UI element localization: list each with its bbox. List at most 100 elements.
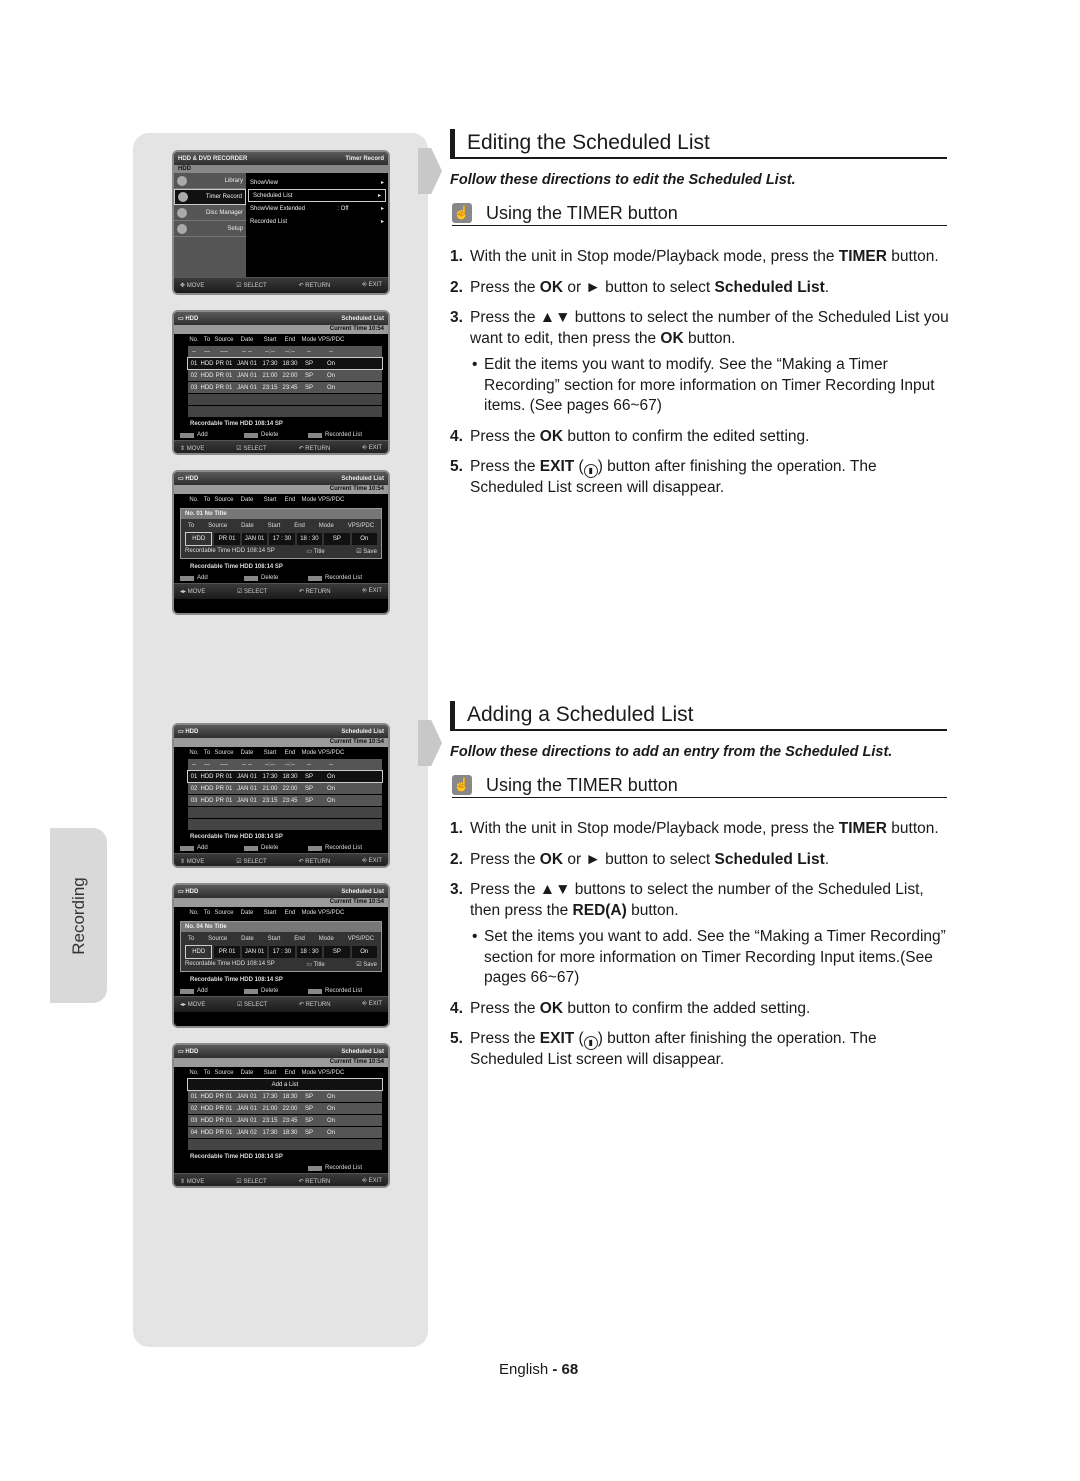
placeholder-row[interactable]: -- --- ---- -- -- --:-- --:-- -- -- xyxy=(188,346,382,357)
empty-row[interactable] xyxy=(188,819,382,830)
cell: 17:30 xyxy=(262,1093,278,1100)
popup-field[interactable]: JAN 01 xyxy=(241,946,268,958)
column-header: Date xyxy=(240,910,254,916)
step-note: • Set the items you want to add. See the … xyxy=(450,927,950,989)
recorded-list-button[interactable]: Recorded List xyxy=(308,845,368,851)
table-row[interactable]: 02 HDD PR 01 JAN 01 21:00 22:00 SP On xyxy=(188,1103,382,1114)
save-button[interactable]: ☑ Save xyxy=(356,548,377,555)
cell: 23:15 xyxy=(262,384,278,391)
table-row[interactable]: 03 HDD PR 01 JAN 01 23:15 23:45 SP On xyxy=(188,382,382,393)
footer-move: ✥ MOVE xyxy=(180,283,205,289)
delete-button[interactable]: Delete xyxy=(244,988,304,994)
recorded-list-button[interactable]: Recorded List xyxy=(308,1165,368,1171)
column-header: Start xyxy=(263,497,277,503)
popup-field[interactable]: On xyxy=(351,533,377,545)
osd-hdd-label: ▭ HDD xyxy=(178,316,199,322)
popup-field[interactable]: On xyxy=(351,946,377,958)
popup-field[interactable]: PR 01 xyxy=(214,533,240,545)
key-c-icon xyxy=(308,432,322,438)
add-a-list-row[interactable]: Add a List xyxy=(187,1078,383,1091)
save-button[interactable]: ☑ Save xyxy=(356,961,377,968)
footer-exit: ⎆ EXIT xyxy=(362,858,382,864)
popup-field[interactable]: 17 : 30 xyxy=(269,946,295,958)
delete-button[interactable]: Delete xyxy=(244,432,304,438)
menu-item-library[interactable]: Library xyxy=(174,173,246,189)
key-a-icon xyxy=(180,988,194,994)
delete-button[interactable]: Delete xyxy=(244,845,304,851)
submenu-showview-extended[interactable]: ShowView Extended: Off ▸ xyxy=(246,202,388,215)
popup-field[interactable]: 17 : 30 xyxy=(269,533,295,545)
cell: HDD xyxy=(200,372,214,379)
popup-field[interactable]: SP xyxy=(324,946,350,958)
table-row[interactable]: 01 HDD PR 01 JAN 01 17:30 18:30 SP On xyxy=(188,1091,382,1102)
step-text: With the unit in Stop mode/Playback mode… xyxy=(470,820,939,837)
table-row[interactable]: 01 HDD PR 01 JAN 01 17:30 18:30 SP On xyxy=(187,770,383,783)
cell: JAN 01 xyxy=(237,1093,257,1100)
cell: HDD xyxy=(200,384,214,391)
table-row[interactable]: 02 HDD PR 01 JAN 01 21:00 22:00 SP On xyxy=(188,370,382,381)
footer-separator: - xyxy=(548,1361,562,1378)
column-header: VPS/PDC xyxy=(318,497,345,503)
add-button[interactable]: Add xyxy=(180,432,240,438)
table-row[interactable]: 04 HDD PR 01 JAN 02 17:30 18:30 SP On xyxy=(188,1127,382,1138)
popup-recordable: Recordable Time HDD 108:14 SP ▭ Title ☑ Sa… xyxy=(185,548,377,555)
key-a-icon xyxy=(180,432,194,438)
osd-scheduled-list-added: ▭ HDD Scheduled List Current Time 10:54 No.… xyxy=(172,1043,390,1188)
footer-return: ↶ RETURN xyxy=(298,1179,331,1185)
popup-field[interactable]: JAN 01 xyxy=(241,533,268,545)
popup-field[interactable]: PR 01 xyxy=(214,946,240,958)
color-buttons: Add Delete Recorded List xyxy=(174,573,388,583)
menu-item-timer-record[interactable]: Timer Record xyxy=(174,189,246,205)
step-item: 5. Press the EXIT (▮) button after finish… xyxy=(450,457,950,499)
section-tab-recording[interactable]: Recording xyxy=(50,828,107,1003)
table-row[interactable]: 03 HDD PR 01 JAN 01 23:15 23:45 SP On xyxy=(188,795,382,806)
cell: 21:00 xyxy=(262,1105,278,1112)
footer-move-label: MOVE xyxy=(186,283,205,289)
note-text: Edit the items you want to modify. See t… xyxy=(484,356,935,414)
menu-item-disc-manager[interactable]: Disc Manager xyxy=(174,205,246,221)
cell: On xyxy=(326,1129,335,1136)
edit-popup: No. 01 No Title To Source Date Start End Mode… xyxy=(180,508,382,559)
cell: 03 xyxy=(190,384,198,391)
popup-field[interactable]: SP xyxy=(324,533,350,545)
submenu-scheduled-list[interactable]: Scheduled List ▸ xyxy=(248,189,386,202)
recorded-list-button[interactable]: Recorded List xyxy=(308,988,368,994)
footer-return: ↶ RETURN xyxy=(298,1002,331,1008)
popup-field[interactable]: 18 : 30 xyxy=(296,533,323,545)
recorded-list-button[interactable]: Recorded List xyxy=(308,575,368,581)
menu-item-setup[interactable]: Setup xyxy=(174,221,246,237)
title-button[interactable]: ▭ Title xyxy=(306,548,324,555)
footer-select: ☑ SELECT xyxy=(236,283,267,289)
column-header: No. xyxy=(189,337,199,343)
popup-values: HDD PR 01 JAN 01 17 : 30 18 : 30 SP On xyxy=(185,945,377,959)
table-row[interactable]: 01 HDD PR 01 JAN 01 17:30 18:30 SP On xyxy=(187,357,383,370)
osd-title-right: Scheduled List xyxy=(341,728,384,735)
empty-row[interactable] xyxy=(188,406,382,417)
placeholder-row[interactable]: -- --- ---- -- -- --:-- --:-- -- -- xyxy=(188,759,382,770)
title-button[interactable]: ▭ Title xyxy=(306,961,324,968)
empty-row[interactable] xyxy=(188,1139,382,1150)
popup-field[interactable]: HDD xyxy=(185,532,213,546)
list-header: No. To Source Date Start End Mode VPS/PDC xyxy=(174,494,388,506)
cell: On xyxy=(326,360,335,367)
key-a-icon xyxy=(180,575,194,581)
submenu-showview[interactable]: ShowView ▸ xyxy=(246,176,388,189)
table-row[interactable]: 03 HDD PR 01 JAN 01 23:15 23:45 SP On xyxy=(188,1115,382,1126)
list-header: No. To Source Date Start End Mode VPS/PDC xyxy=(174,334,388,346)
popup-column: Source xyxy=(208,523,228,529)
add-button[interactable]: Add xyxy=(180,988,240,994)
submenu-recorded-list[interactable]: Recorded List ▸ xyxy=(246,215,388,228)
recorded-list-button[interactable]: Recorded List xyxy=(308,432,368,438)
popup-field[interactable]: HDD xyxy=(185,945,213,959)
delete-button[interactable]: Delete xyxy=(244,575,304,581)
subheading-label: Using the TIMER button xyxy=(486,203,678,223)
empty-row[interactable] xyxy=(188,807,382,818)
add-button[interactable]: Add xyxy=(180,845,240,851)
empty-row[interactable] xyxy=(188,394,382,405)
popup-field[interactable]: 18 : 30 xyxy=(296,946,323,958)
add-button[interactable]: Add xyxy=(180,575,240,581)
column-header: VPS/PDC xyxy=(318,910,345,916)
table-row[interactable]: 02 HDD PR 01 JAN 01 21:00 22:00 SP On xyxy=(188,783,382,794)
footer-select: ☑ SELECT xyxy=(236,1179,267,1185)
cell: JAN 01 xyxy=(237,797,257,804)
